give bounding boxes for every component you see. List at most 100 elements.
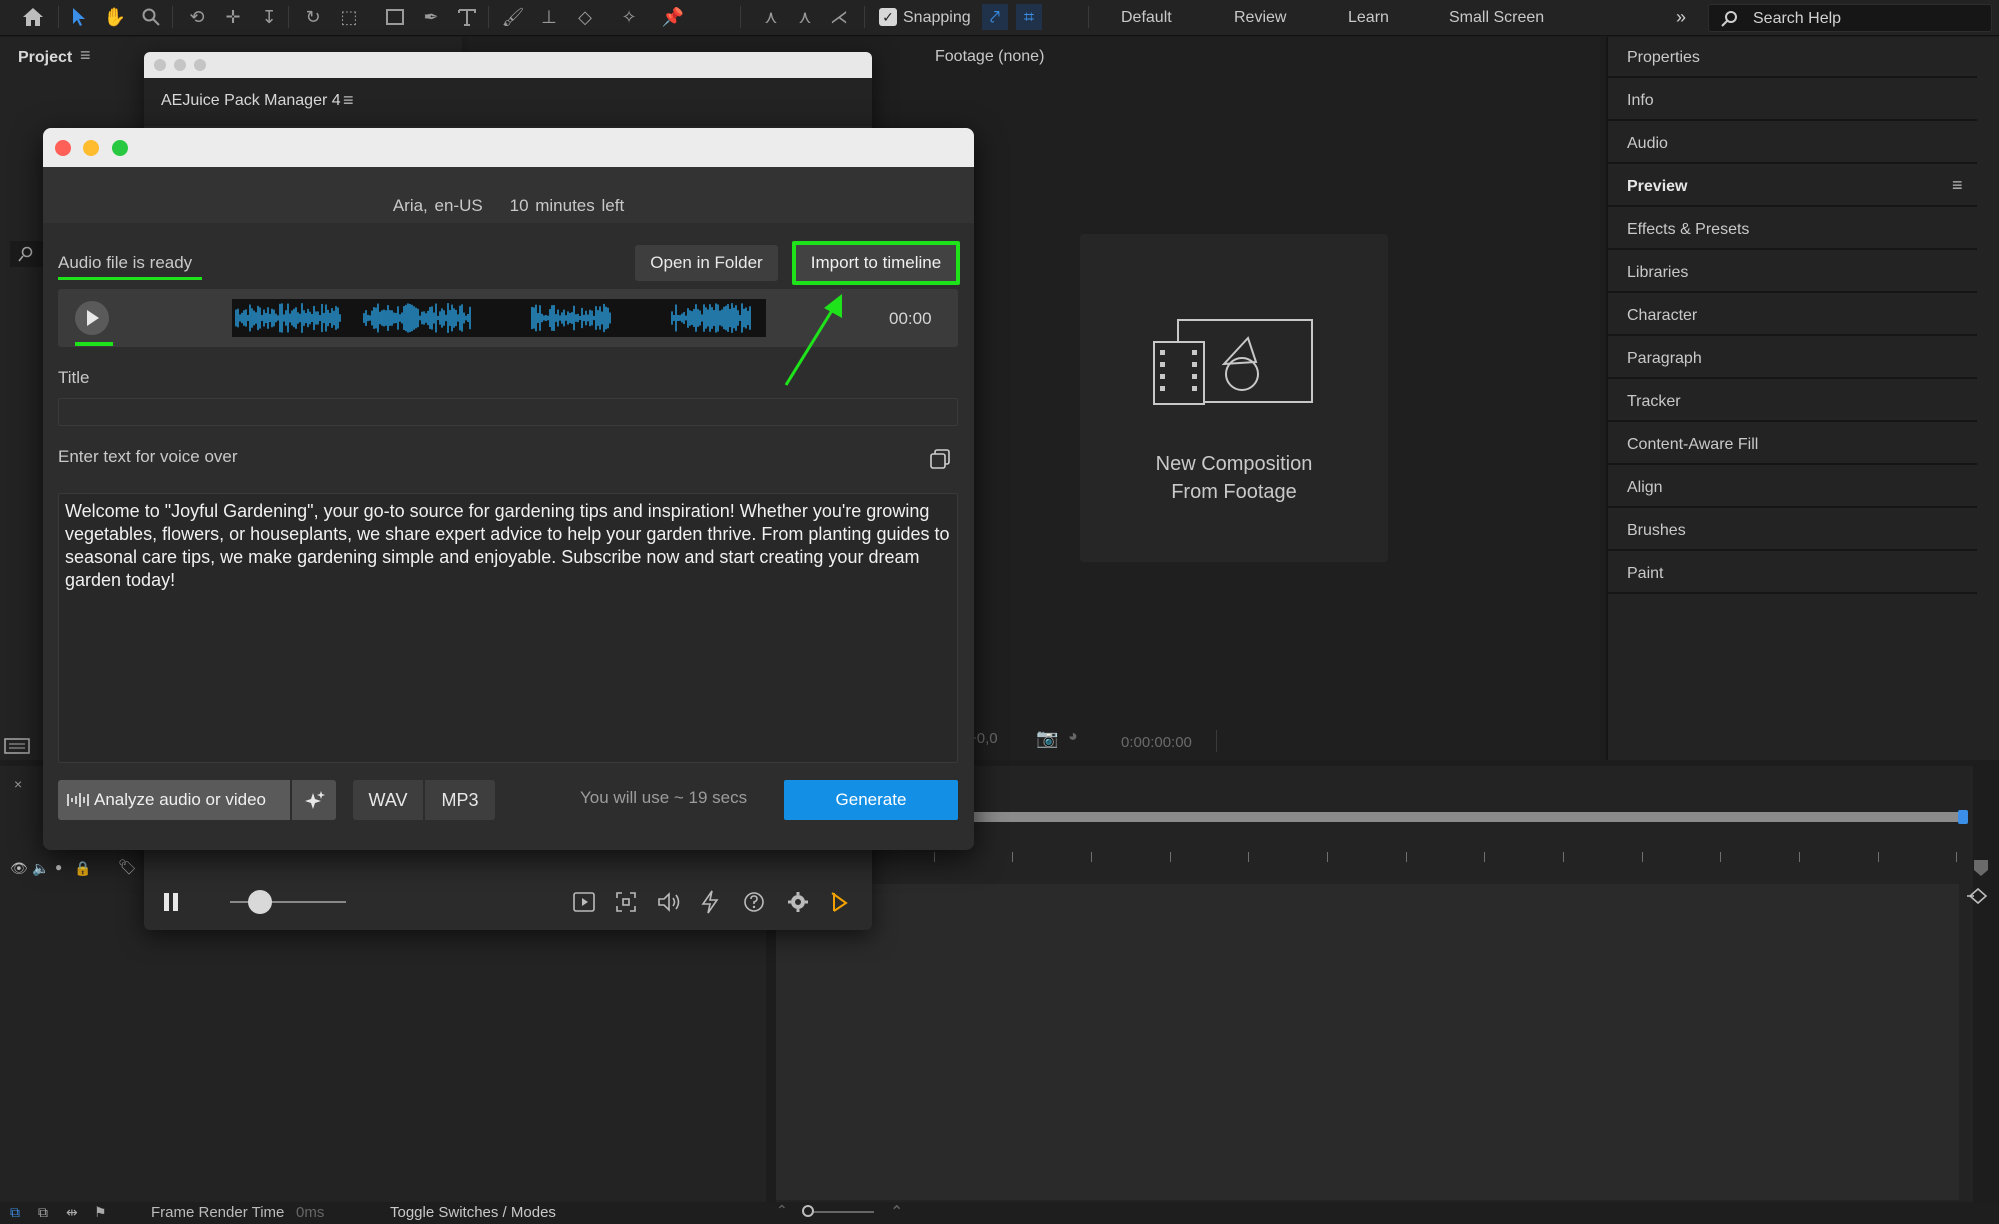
dialog-close-button[interactable] (55, 140, 71, 156)
pan-behind-icon[interactable]: ⬚ (336, 4, 362, 30)
pack-manager-tab[interactable]: AEJuice Pack Manager 4 (161, 92, 341, 110)
selection-tool-icon[interactable] (66, 4, 92, 30)
import-to-timeline-button[interactable]: Import to timeline (792, 241, 960, 285)
audio-waveform[interactable] (232, 299, 766, 337)
workspace-default[interactable]: Default (1121, 9, 1172, 27)
snap-features-icon[interactable]: ⌗ (1016, 4, 1042, 30)
open-in-folder-button[interactable]: Open in Folder (635, 245, 778, 281)
panel-libraries[interactable]: Libraries (1608, 252, 1977, 293)
panel-character[interactable]: Character (1608, 295, 1977, 336)
interpret-footage-icon[interactable] (4, 737, 34, 757)
clone-stamp-icon[interactable]: ⊥ (536, 4, 562, 30)
panel-info[interactable]: Info (1608, 80, 1977, 121)
rotate-tool-icon[interactable]: ↻ (300, 4, 326, 30)
panel-audio[interactable]: Audio (1608, 123, 1977, 164)
video-visibility-icon[interactable]: 👁 (10, 860, 28, 877)
settings-gear-icon[interactable] (786, 890, 810, 914)
format-wav-button[interactable]: WAV (353, 780, 423, 820)
timeline-zoom-knob[interactable] (802, 1205, 814, 1217)
type-tool-icon[interactable] (454, 4, 480, 30)
project-panel-title[interactable]: Project (18, 49, 72, 67)
aejuice-logo-icon[interactable] (828, 890, 850, 914)
lightning-icon[interactable] (700, 890, 720, 914)
project-search-icon[interactable] (10, 241, 44, 267)
world-axis-icon[interactable]: ⋏ (792, 4, 818, 30)
footage-panel-title[interactable]: Footage (none) (935, 48, 1044, 66)
pack-manager-slider-knob[interactable] (248, 890, 272, 914)
timeline-close-icon[interactable]: × (14, 776, 22, 792)
snap-edges-icon[interactable]: ⤤ (982, 4, 1008, 30)
pack-manager-menu-icon[interactable]: ≡ (343, 90, 354, 111)
panel-brushes[interactable]: Brushes (1608, 510, 1977, 551)
pan-camera-icon[interactable]: ✛ (220, 4, 246, 30)
toggle-switches-modes-button[interactable]: Toggle Switches / Modes (390, 1204, 556, 1221)
render-time-icon[interactable]: ⚑ (94, 1204, 107, 1221)
help-icon[interactable] (742, 890, 766, 914)
panel-align[interactable]: Align (1608, 467, 1977, 508)
copy-icon[interactable] (929, 448, 951, 470)
comp-mini-flowchart-icon[interactable] (1966, 886, 1990, 906)
project-menu-icon[interactable]: ≡ (80, 45, 91, 66)
fit-frame-icon[interactable] (614, 890, 638, 914)
timeline-track-area[interactable] (776, 884, 1959, 1200)
preview-menu-icon[interactable]: ≡ (1952, 175, 1963, 196)
audio-icon[interactable]: 🔈 (32, 860, 49, 877)
hand-tool-icon[interactable]: ✋ (102, 4, 128, 30)
timeline-scroll-icon[interactable] (1972, 856, 1990, 878)
panel-preview[interactable]: Preview ≡ (1608, 166, 1977, 207)
zoom-out-icon[interactable]: ⌃ (776, 1202, 788, 1219)
play-button[interactable] (75, 301, 109, 335)
layer-switches-icon[interactable]: ⧉ (10, 1204, 20, 1221)
panel-properties[interactable]: Properties (1608, 37, 1977, 78)
title-input[interactable] (58, 398, 958, 426)
zoom-tool-icon[interactable] (138, 4, 164, 30)
puppet-pin-icon[interactable]: 📌 (660, 4, 686, 30)
analyze-audio-video-button[interactable]: Analyze audio or video (58, 780, 290, 820)
format-mp3-button[interactable]: MP3 (425, 780, 495, 820)
lock-icon[interactable]: 🔒 (74, 860, 91, 877)
home-icon[interactable] (20, 4, 46, 30)
local-axis-icon[interactable]: ⋏ (758, 4, 784, 30)
view-axis-icon[interactable]: ⋌ (826, 4, 852, 30)
pack-manager-close-button[interactable] (154, 59, 166, 71)
in-out-icon[interactable]: ⇹ (66, 1204, 78, 1221)
panel-effects-presets[interactable]: Effects & Presets (1608, 209, 1977, 250)
pack-manager-minimize-button[interactable] (174, 59, 186, 71)
workspace-learn[interactable]: Learn (1348, 9, 1389, 27)
panel-paragraph[interactable]: Paragraph (1608, 338, 1977, 379)
transfer-controls-icon[interactable]: ⧉ (38, 1204, 48, 1221)
panel-tracker[interactable]: Tracker (1608, 381, 1977, 422)
ai-magic-button[interactable] (292, 780, 336, 820)
roto-brush-icon[interactable]: ✧ (616, 4, 642, 30)
dolly-camera-icon[interactable]: ↧ (256, 4, 282, 30)
eraser-tool-icon[interactable]: ◇ (572, 4, 598, 30)
voice-over-textarea[interactable]: Welcome to "Joyful Gardening", your go-t… (58, 493, 958, 763)
pause-icon[interactable] (162, 892, 180, 912)
generate-button[interactable]: Generate (784, 780, 958, 820)
work-area-end-handle[interactable] (1958, 810, 1968, 824)
viewer-timecode[interactable]: 0:00:00:00 (1121, 734, 1192, 751)
preview-play-icon[interactable] (572, 890, 596, 914)
dialog-zoom-button[interactable] (112, 140, 128, 156)
pack-manager-zoom-button[interactable] (194, 59, 206, 71)
rectangle-tool-icon[interactable] (382, 4, 408, 30)
solo-icon[interactable]: ● (55, 860, 62, 874)
zoom-in-icon[interactable]: ⌃ (890, 1202, 903, 1222)
new-composition-from-footage-button[interactable]: New Composition From Footage (1080, 234, 1388, 562)
panel-paint[interactable]: Paint (1608, 553, 1977, 594)
search-help-field[interactable]: Search Help (1708, 4, 1992, 32)
label-tag-icon[interactable]: 🏷 (118, 858, 137, 876)
work-area-bar[interactable] (960, 812, 1962, 822)
brush-tool-icon[interactable]: 🖌 (500, 4, 526, 30)
workspace-small-screen[interactable]: Small Screen (1449, 9, 1544, 27)
pen-tool-icon[interactable]: ✒ (418, 4, 444, 30)
sound-icon[interactable] (656, 890, 682, 914)
orbit-camera-icon[interactable]: ⟲ (184, 4, 210, 30)
dialog-minimize-button[interactable] (83, 140, 99, 156)
timeline-zoom-slider[interactable] (810, 1211, 874, 1213)
workspace-overflow-icon[interactable]: » (1668, 4, 1694, 30)
panel-content-aware-fill[interactable]: Content-Aware Fill (1608, 424, 1977, 465)
show-snapshot-icon[interactable]: ◕ (1068, 728, 1078, 746)
workspace-review[interactable]: Review (1234, 9, 1286, 27)
snapping-checkbox[interactable]: ✓ (879, 8, 897, 26)
